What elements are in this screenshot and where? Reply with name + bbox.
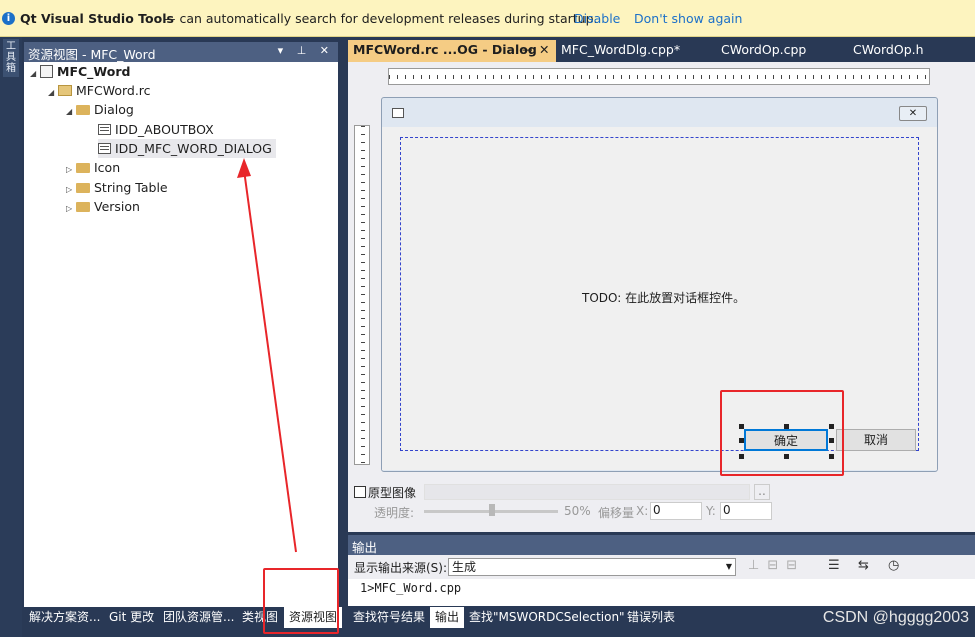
annotation-arrow — [237, 158, 297, 553]
annotation-arrow-head — [237, 158, 251, 178]
annotation-arrow-line — [243, 169, 297, 553]
